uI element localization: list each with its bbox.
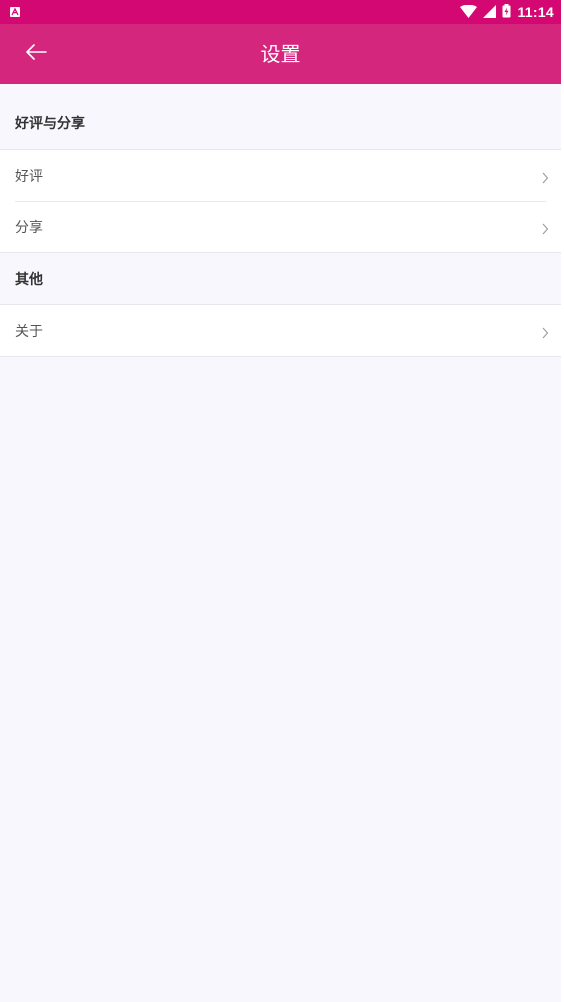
chevron-right-icon bbox=[541, 324, 549, 339]
page-title: 设置 bbox=[260, 42, 301, 66]
settings-item-label: 分享 bbox=[15, 219, 43, 236]
status-bar: 11:14 bbox=[0, 0, 561, 24]
notification-a-icon bbox=[10, 7, 20, 17]
signal-icon bbox=[483, 3, 497, 22]
settings-list: 好评与分享 好评 分享 其他 关于 bbox=[0, 84, 561, 357]
chevron-right-icon bbox=[541, 169, 549, 184]
settings-item-label: 好评 bbox=[15, 168, 43, 185]
wifi-icon bbox=[460, 3, 478, 22]
settings-item-rate[interactable]: 好评 bbox=[0, 150, 561, 201]
section-header-other: 其他 bbox=[0, 253, 561, 304]
section-title: 其他 bbox=[15, 271, 43, 288]
battery-icon bbox=[502, 3, 511, 22]
chevron-right-icon bbox=[541, 220, 549, 235]
section-header-rating-share: 好评与分享 bbox=[0, 84, 561, 149]
settings-item-share[interactable]: 分享 bbox=[0, 201, 561, 252]
settings-item-about[interactable]: 关于 bbox=[0, 305, 561, 356]
status-time: 11:14 bbox=[517, 4, 554, 20]
app-bar: 设置 bbox=[0, 24, 561, 84]
section-group-other: 关于 bbox=[0, 304, 561, 357]
settings-screen: 11:14 设置 好评与分享 好评 分享 其他 关于 bbox=[0, 0, 561, 1002]
section-title: 好评与分享 bbox=[15, 115, 85, 132]
settings-item-label: 关于 bbox=[15, 323, 43, 340]
section-group-rating-share: 好评 分享 bbox=[0, 149, 561, 253]
status-icons: 11:14 bbox=[460, 0, 554, 24]
